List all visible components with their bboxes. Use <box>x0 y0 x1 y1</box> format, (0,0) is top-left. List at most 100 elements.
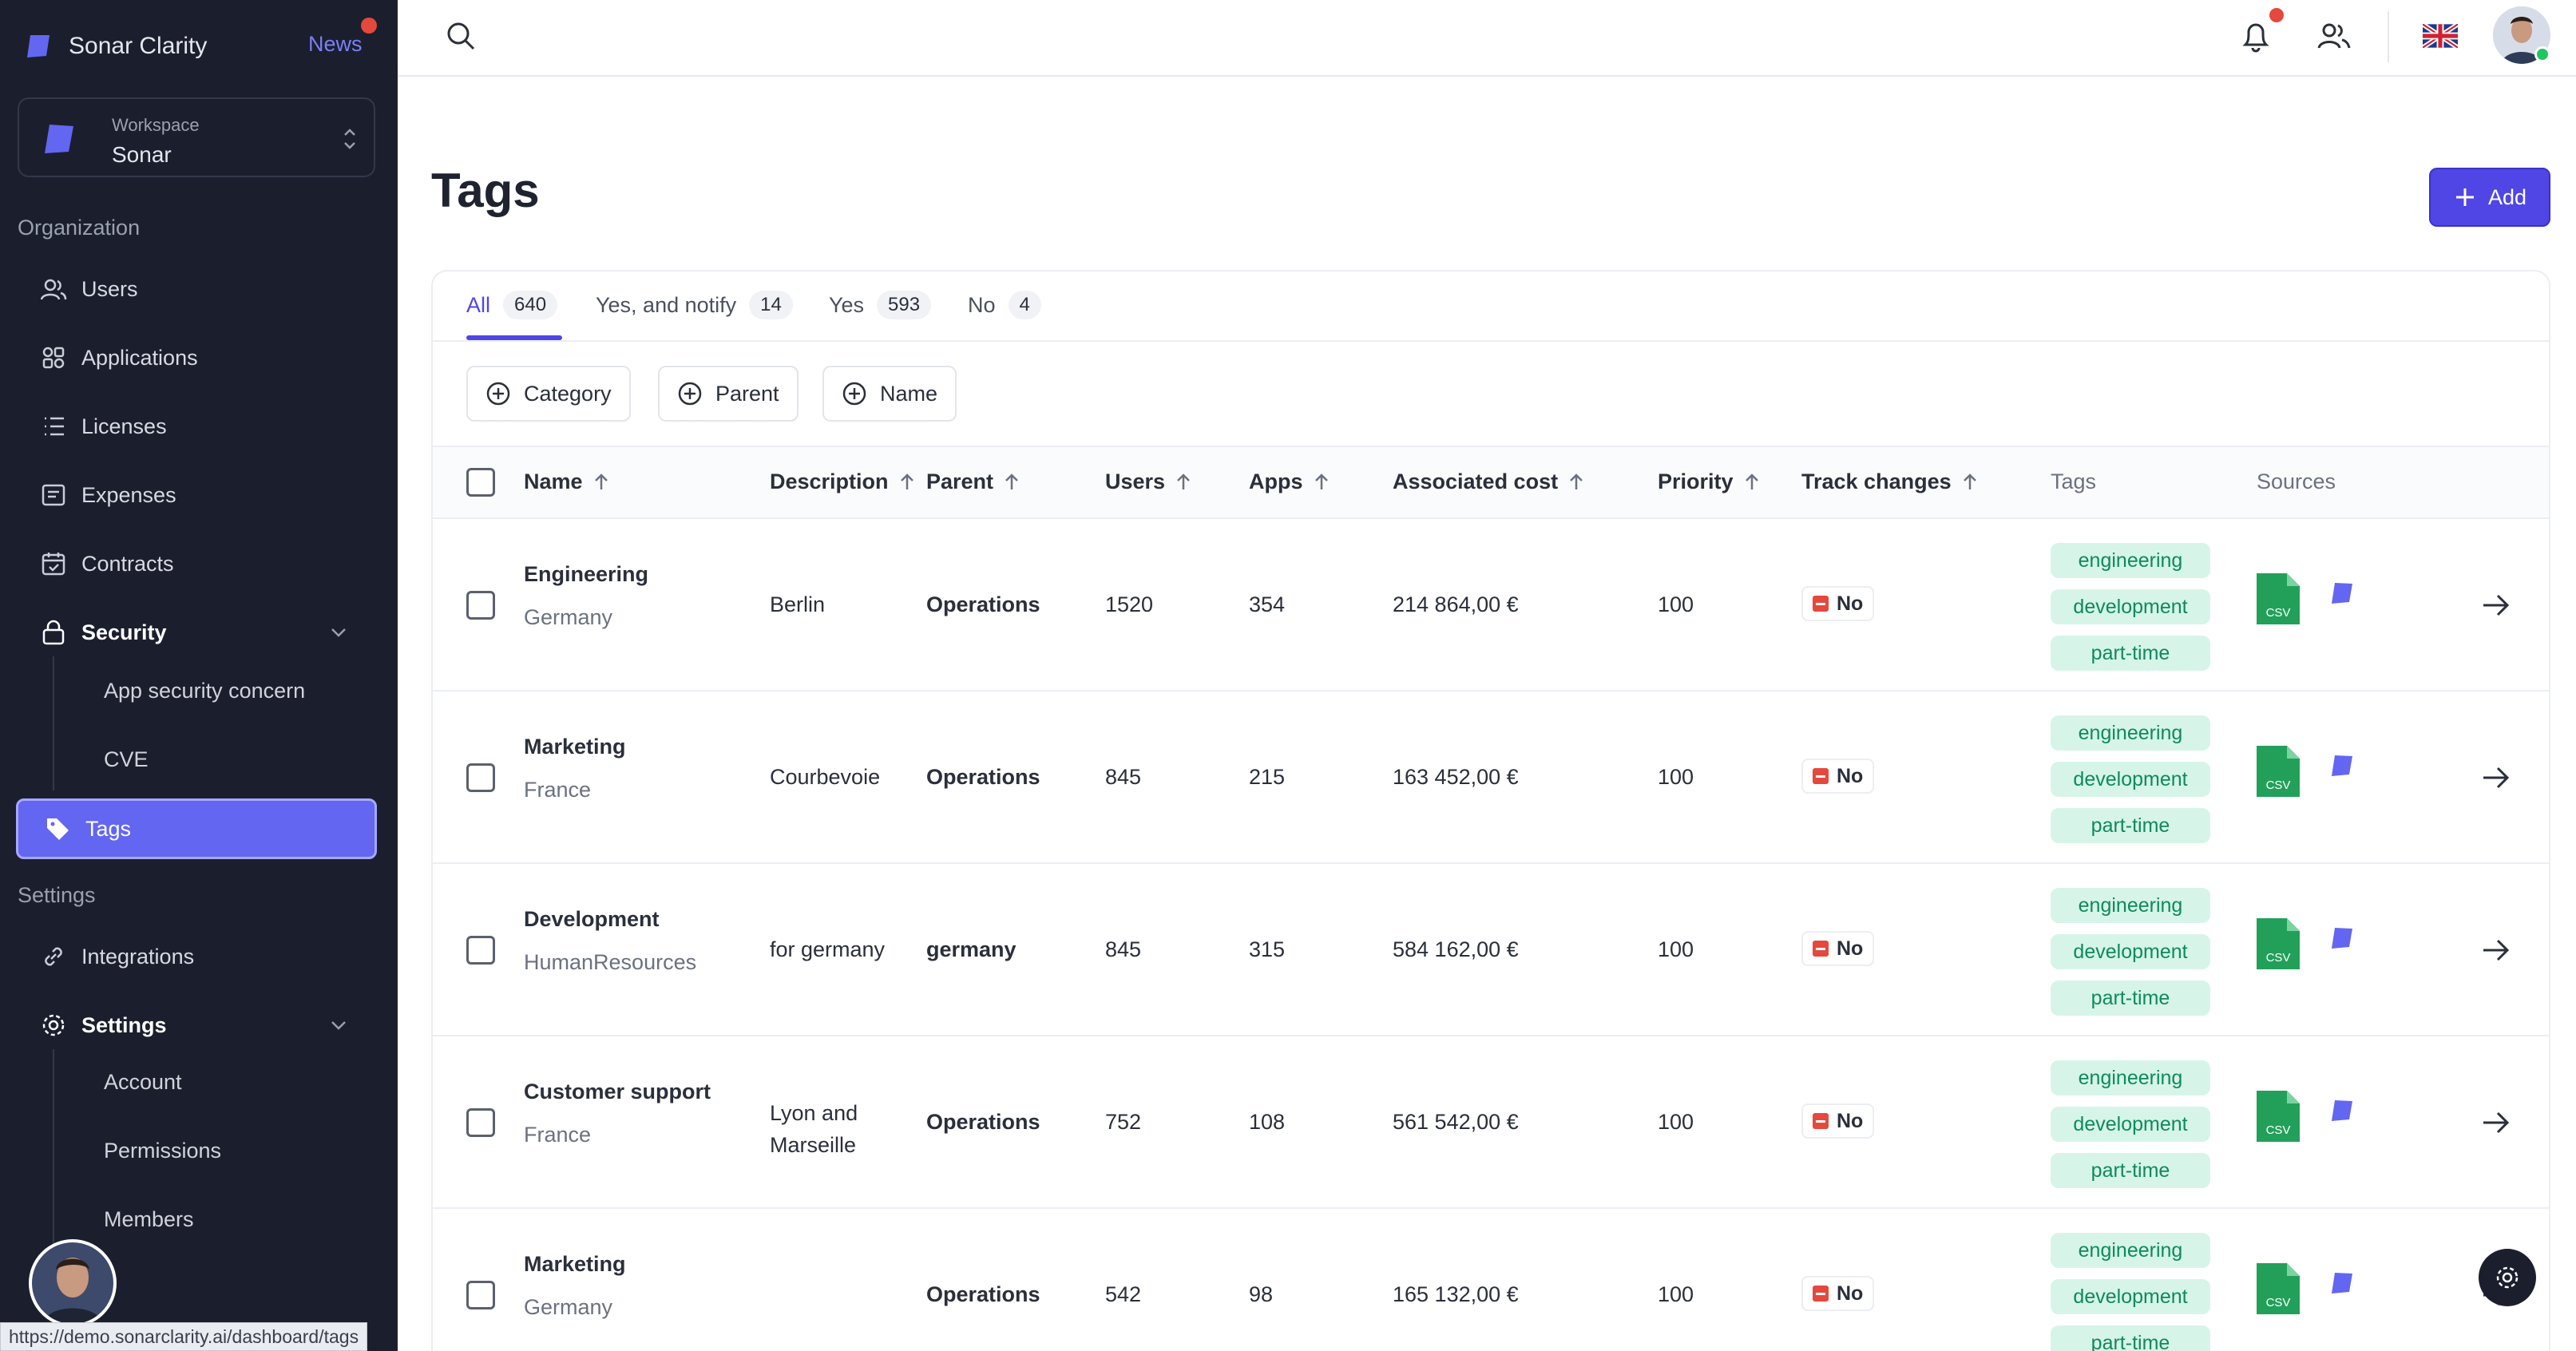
filter-tabs: All 640 Yes, and notify 14 Yes 593 No 4 <box>433 271 2549 342</box>
table-row[interactable]: Marketing France Courbevoie Operations 8… <box>433 691 2549 864</box>
sidebar-item-label: Users <box>81 276 138 301</box>
tag-pill[interactable]: engineering <box>2051 543 2210 578</box>
column-header-parent[interactable]: Parent <box>926 469 1022 494</box>
chevron-down-icon[interactable] <box>327 621 350 644</box>
sidebar-subitem-app-security-concern[interactable]: App security concern <box>104 679 305 703</box>
search-icon[interactable] <box>444 19 478 53</box>
tag-pill[interactable]: development <box>2051 1279 2210 1314</box>
column-header-name[interactable]: Name <box>524 469 612 494</box>
sidebar-item-licenses[interactable]: Licenses <box>40 404 375 449</box>
sidebar-item-tags[interactable]: Tags <box>16 798 377 859</box>
sonar-logo-icon <box>27 35 50 57</box>
calendar-check-icon <box>42 553 65 576</box>
settings-fab[interactable] <box>2479 1249 2536 1306</box>
tab-label: Yes <box>829 292 865 317</box>
sidebar-item-expenses[interactable]: Expenses <box>40 473 375 517</box>
column-header-users[interactable]: Users <box>1105 469 1194 494</box>
tag-pill[interactable]: development <box>2051 934 2210 969</box>
bell-icon[interactable] <box>2239 18 2273 54</box>
news-link[interactable]: News <box>308 32 363 57</box>
row-apps: 108 <box>1249 1110 1286 1134</box>
sidebar-subitem-account[interactable]: Account <box>104 1070 182 1095</box>
tab-label: Yes, and notify <box>596 292 737 317</box>
row-priority: 100 <box>1658 1282 1694 1306</box>
row-checkbox[interactable] <box>466 591 495 620</box>
tag-pill[interactable]: part-time <box>2051 636 2210 671</box>
sidebar-subitem-permissions[interactable]: Permissions <box>104 1139 221 1163</box>
row-location: Germany <box>524 1295 613 1319</box>
row-checkbox[interactable] <box>466 936 495 965</box>
user-avatar[interactable] <box>29 1239 117 1327</box>
row-checkbox[interactable] <box>466 1281 495 1309</box>
sidebar-item-integrations[interactable]: Integrations <box>40 934 375 979</box>
status-bar-url: https://demo.sonarclarity.ai/dashboard/t… <box>0 1322 368 1351</box>
table-row[interactable]: Customer support France Lyon and Marseil… <box>433 1036 2549 1209</box>
tab-no[interactable]: No 4 <box>968 287 1041 323</box>
topbar-divider <box>2388 11 2389 62</box>
table-row[interactable]: Engineering Germany Berlin Operations 15… <box>433 519 2549 691</box>
row-apps: 215 <box>1249 765 1286 789</box>
table-row[interactable]: Marketing Germany Operations 542 98 165 … <box>433 1209 2549 1351</box>
team-icon[interactable] <box>2316 19 2352 53</box>
filter-category-button[interactable]: Category <box>466 366 631 422</box>
select-all-checkbox[interactable] <box>466 468 495 497</box>
column-header-priority[interactable]: Priority <box>1658 469 1762 494</box>
tag-pill[interactable]: part-time <box>2051 1153 2210 1188</box>
row-parent: Operations <box>926 765 1040 789</box>
sidebar-item-security[interactable]: Security <box>40 610 375 655</box>
sidebar-item-contracts[interactable]: Contracts <box>40 541 375 586</box>
tag-pill[interactable]: development <box>2051 589 2210 624</box>
tab-all[interactable]: All 640 <box>466 287 558 323</box>
table-row[interactable]: Development HumanResources for germany g… <box>433 864 2549 1036</box>
plus-circle-icon <box>678 382 702 406</box>
chevron-down-icon[interactable] <box>327 1014 350 1036</box>
row-associated-cost: 584 162,00 € <box>1393 937 1519 961</box>
filter-parent-button[interactable]: Parent <box>658 366 799 422</box>
filter-label: Parent <box>715 381 779 406</box>
sidebar-item-users[interactable]: Users <box>40 267 375 311</box>
arrow-right-icon[interactable] <box>2479 1105 2514 1140</box>
track-changes-badge: No <box>1801 1276 1875 1311</box>
sidebar-item-settings[interactable]: Settings <box>40 1003 375 1048</box>
sidebar-subitem-members[interactable]: Members <box>104 1207 194 1232</box>
minus-square-icon <box>1813 1113 1829 1129</box>
tag-pill[interactable]: part-time <box>2051 808 2210 843</box>
arrow-right-icon[interactable] <box>2479 933 2514 968</box>
sidebar-item-label: Contracts <box>81 551 174 576</box>
uk-flag-icon[interactable] <box>2423 24 2458 48</box>
tag-pill[interactable]: part-time <box>2051 981 2210 1016</box>
column-header-apps[interactable]: Apps <box>1249 469 1332 494</box>
plus-circle-icon <box>842 382 866 406</box>
column-header-associated-cost[interactable]: Associated cost <box>1393 469 1587 494</box>
tag-pill[interactable]: engineering <box>2051 1233 2210 1268</box>
row-checkbox[interactable] <box>466 1108 495 1137</box>
workspace-switcher[interactable]: Workspace Sonar <box>18 97 375 177</box>
tag-pill[interactable]: engineering <box>2051 715 2210 751</box>
sidebar-item-applications[interactable]: Applications <box>40 335 375 380</box>
column-header-track-changes[interactable]: Track changes <box>1801 469 1980 494</box>
filter-name-button[interactable]: Name <box>822 366 957 422</box>
tag-pill[interactable]: development <box>2051 762 2210 797</box>
add-button[interactable]: Add <box>2429 168 2550 227</box>
tag-pill[interactable]: engineering <box>2051 888 2210 923</box>
column-header-description[interactable]: Description <box>770 469 917 494</box>
minus-square-icon <box>1813 768 1829 784</box>
tag-pill[interactable]: engineering <box>2051 1060 2210 1095</box>
tab-yes[interactable]: Yes 593 <box>829 287 932 323</box>
row-checkbox[interactable] <box>466 763 495 792</box>
row-description: Lyon and Marseille <box>770 1101 858 1157</box>
arrow-right-icon[interactable] <box>2479 760 2514 795</box>
tag-pill[interactable]: development <box>2051 1107 2210 1142</box>
filter-label: Name <box>880 381 938 406</box>
brand[interactable]: Sonar Clarity <box>24 24 207 69</box>
sidebar-subitem-cve[interactable]: CVE <box>104 747 149 772</box>
row-priority: 100 <box>1658 937 1694 961</box>
sonar-source-icon <box>2332 1273 2352 1294</box>
tab-yes-and-notify[interactable]: Yes, and notify 14 <box>596 287 793 323</box>
track-changes-badge: No <box>1801 586 1875 621</box>
plus-circle-icon <box>486 382 510 406</box>
arrow-right-icon[interactable] <box>2479 588 2514 623</box>
row-associated-cost: 561 542,00 € <box>1393 1110 1519 1134</box>
row-location: HumanResources <box>524 950 697 974</box>
tag-pill[interactable]: part-time <box>2051 1325 2210 1351</box>
